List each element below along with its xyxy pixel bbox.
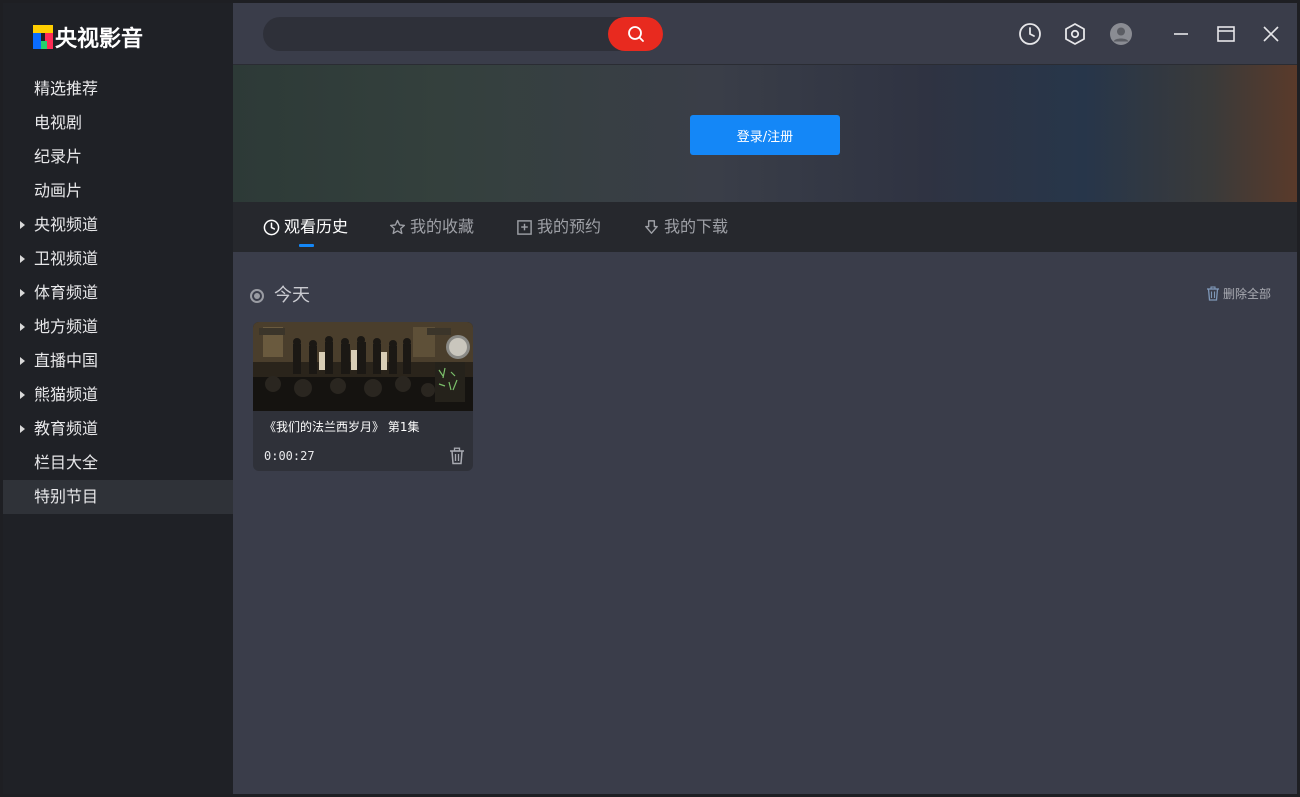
sidebar-item-local-channels[interactable]: 地方频道	[3, 310, 233, 344]
sidebar-item-label: 体育频道	[34, 283, 99, 302]
sidebar-item-label: 直播中国	[34, 351, 99, 370]
tab-label: 我的下载	[664, 217, 729, 236]
radio-dot-icon	[250, 289, 264, 303]
tab-downloads[interactable]: 我的下载	[643, 202, 728, 252]
section-title-today: 今天	[274, 285, 310, 306]
minimize-icon	[1174, 33, 1188, 35]
caret-right-icon	[20, 323, 25, 331]
minimize-button[interactable]	[1169, 22, 1193, 46]
download-icon	[645, 219, 658, 234]
caret-right-icon	[20, 255, 25, 263]
sidebar-nav: 精选推荐 电视剧 纪录片 动画片 央视频道 卫视频道 体育频道 地方频道 直播中…	[3, 72, 233, 514]
sidebar-item-label: 栏目大全	[34, 453, 99, 472]
sidebar-item-panda-channel[interactable]: 熊猫频道	[3, 378, 233, 412]
tab-bar: 观看历史 我的收藏 我的预约 我的下载	[233, 202, 1297, 252]
sidebar-item-documentary[interactable]: 纪录片	[3, 140, 233, 174]
video-thumbnail	[253, 322, 473, 411]
caret-right-icon	[20, 357, 25, 365]
delete-all-label: 删除全部	[1222, 287, 1271, 301]
sidebar-item-label: 纪录片	[34, 147, 83, 166]
app-window: 央视影音 精选推荐 电视剧 纪录片 动画片 央视频道 卫视频道 体育频道 地方频…	[0, 0, 1300, 797]
sidebar-item-animation[interactable]: 动画片	[3, 174, 233, 208]
login-register-button[interactable]: 登录/注册	[690, 115, 840, 155]
caret-right-icon	[20, 221, 25, 229]
gear-icon	[1065, 23, 1085, 45]
clock-icon	[263, 219, 280, 235]
sidebar-item-label: 电视剧	[34, 113, 83, 132]
sidebar-item-label: 精选推荐	[34, 79, 99, 98]
sidebar-item-label: 熊猫频道	[34, 385, 99, 404]
search-input[interactable]	[279, 17, 599, 51]
tab-label: 我的预约	[537, 217, 602, 236]
trash-icon	[1206, 286, 1219, 301]
settings-button[interactable]	[1063, 22, 1087, 46]
star-icon	[389, 219, 406, 234]
maximize-button[interactable]	[1214, 22, 1238, 46]
sidebar-item-programs[interactable]: 栏目大全	[3, 446, 233, 480]
top-bar	[233, 3, 1297, 65]
tab-label: 观看历史	[284, 217, 349, 236]
video-title: 《我们的法兰西岁月》 第1集	[264, 420, 420, 434]
sidebar-item-live-china[interactable]: 直播中国	[3, 344, 233, 378]
sidebar-item-label: 动画片	[34, 181, 83, 200]
search-box	[263, 17, 663, 51]
sidebar-item-satellite-channels[interactable]: 卫视频道	[3, 242, 233, 276]
sidebar-item-label: 特别节目	[34, 487, 99, 506]
tab-reservations[interactable]: 我的预约	[516, 202, 601, 252]
sidebar-item-featured[interactable]: 精选推荐	[3, 72, 233, 106]
avatar-icon	[1110, 23, 1132, 45]
caret-right-icon	[20, 289, 25, 297]
sidebar-item-special[interactable]: 特别节目	[3, 480, 233, 514]
sidebar: 央视影音 精选推荐 电视剧 纪录片 动画片 央视频道 卫视频道 体育频道 地方频…	[3, 3, 233, 794]
sidebar-item-cctv-channels[interactable]: 央视频道	[3, 208, 233, 242]
history-card[interactable]: 《我们的法兰西岁月》 第1集 0:00:27	[253, 322, 473, 471]
app-logo[interactable]: 央视影音	[33, 23, 144, 52]
sidebar-item-tv-series[interactable]: 电视剧	[3, 106, 233, 140]
logo-text: 央视影音	[55, 27, 144, 52]
sidebar-item-label: 央视频道	[34, 215, 99, 234]
clock-icon	[1019, 23, 1041, 45]
sidebar-item-sports-channels[interactable]: 体育频道	[3, 276, 233, 310]
sidebar-item-label: 教育频道	[34, 419, 99, 438]
search-button[interactable]	[608, 17, 663, 51]
trash-icon	[450, 447, 464, 465]
close-button[interactable]	[1259, 22, 1283, 46]
tab-favorites[interactable]: 我的收藏	[389, 202, 474, 252]
caret-right-icon	[20, 425, 25, 433]
sidebar-item-label: 地方频道	[34, 317, 99, 336]
search-icon	[627, 26, 644, 42]
sidebar-item-label: 卫视频道	[34, 249, 99, 268]
history-button[interactable]	[1018, 22, 1042, 46]
caret-right-icon	[20, 391, 25, 399]
sidebar-item-education-channel[interactable]: 教育频道	[3, 412, 233, 446]
close-icon	[1263, 26, 1279, 42]
maximize-icon	[1217, 26, 1235, 42]
history-content: 今天 删除全部 《我们的法兰西岁月》 第1集 0:00:27	[233, 252, 1297, 794]
watch-progress-time: 0:00:27	[264, 449, 315, 463]
active-tab-indicator	[299, 244, 314, 247]
delete-all-button[interactable]: 删除全部	[1206, 285, 1271, 302]
tab-label: 我的收藏	[410, 217, 475, 236]
delete-item-button[interactable]	[449, 447, 465, 465]
user-avatar-button[interactable]	[1109, 22, 1133, 46]
logo-icon	[33, 25, 53, 49]
login-banner: 登录/注册	[233, 65, 1297, 202]
calendar-plus-icon	[517, 219, 532, 235]
